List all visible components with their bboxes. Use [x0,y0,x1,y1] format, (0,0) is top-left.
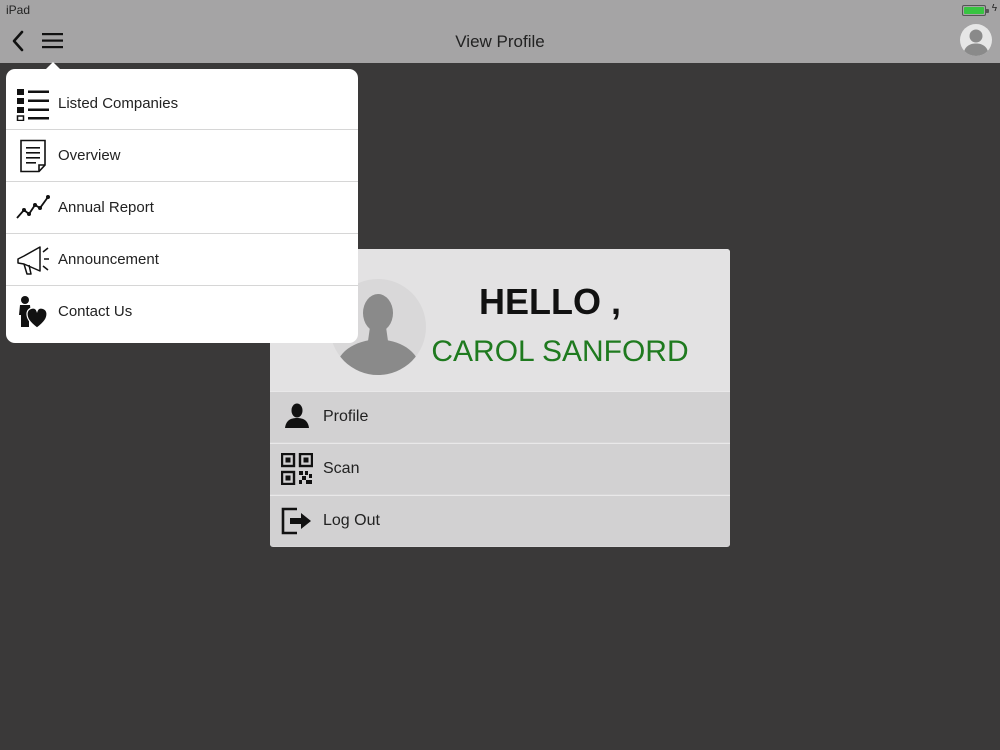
avatar-icon [963,29,989,56]
menu-item-contact-us[interactable]: Contact Us [6,285,358,337]
page-title: View Profile [455,32,545,51]
menu-item-label: Overview [58,147,121,164]
user-avatar-button[interactable] [960,24,992,56]
contact-heart-icon [19,296,48,329]
menu-item-label: Announcement [58,251,159,268]
megaphone-icon [17,246,49,275]
document-icon [20,139,46,173]
logout-label: Log Out [323,512,380,529]
menu-item-label: Contact Us [58,303,133,320]
navigation-bar: View Profile [0,20,1000,63]
status-bar: iPad ϟ [0,0,1000,20]
menu-item-label: Annual Report [58,199,154,216]
list-icon [16,89,49,121]
menu-item-announcement[interactable]: Announcement [6,233,358,285]
menu-item-label: Listed Companies [58,95,179,112]
user-name: CAROL SANFORD [431,335,689,368]
qr-code-icon [281,453,313,485]
charging-icon: ϟ [991,3,997,14]
logout-icon [281,507,311,535]
menu-item-annual-report[interactable]: Annual Report [6,181,358,233]
profile-label: Profile [323,408,369,425]
menu-item-overview[interactable]: Overview [6,129,358,181]
scan-label: Scan [323,460,360,477]
device-label: iPad [6,3,31,17]
scan-menu-item[interactable]: Scan [270,443,730,494]
profile-menu-item[interactable]: Profile [270,391,730,442]
trend-chart-icon [16,195,50,219]
logout-menu-item[interactable]: Log Out [270,495,730,546]
navigation-menu-popover: Listed Companies Overview Annual Report [6,69,358,343]
greeting: HELLO , [479,281,621,322]
menu-item-listed-companies[interactable]: Listed Companies [6,77,358,129]
person-icon [285,403,309,428]
battery-icon [962,5,989,16]
